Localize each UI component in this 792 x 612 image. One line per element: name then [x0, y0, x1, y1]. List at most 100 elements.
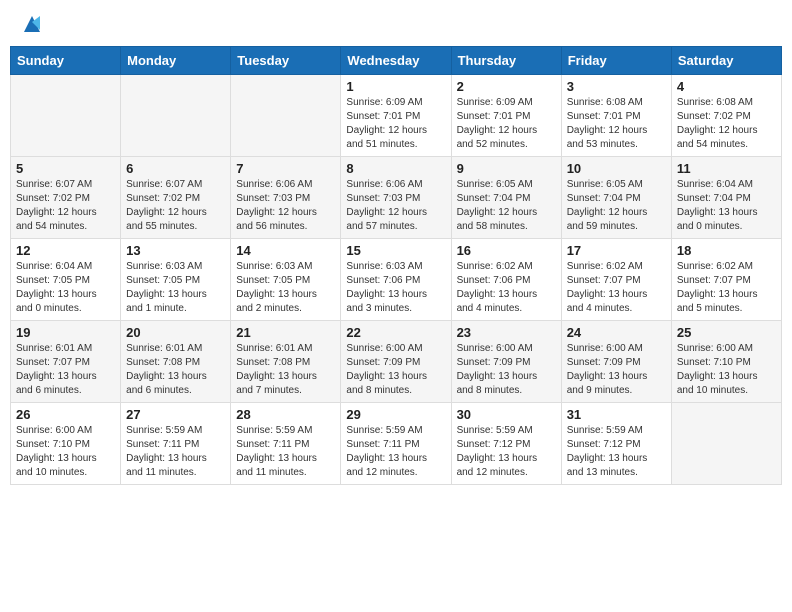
day-number: 9 [457, 161, 556, 176]
calendar-cell: 13 Sunrise: 6:03 AM Sunset: 7:05 PM Dayli… [121, 239, 231, 321]
calendar-cell: 5 Sunrise: 6:07 AM Sunset: 7:02 PM Daylig… [11, 157, 121, 239]
day-number: 7 [236, 161, 335, 176]
day-number: 13 [126, 243, 225, 258]
logo-icon [18, 10, 46, 38]
calendar-cell: 11 Sunrise: 6:04 AM Sunset: 7:04 PM Dayli… [671, 157, 781, 239]
calendar-cell: 24 Sunrise: 6:00 AM Sunset: 7:09 PM Dayli… [561, 321, 671, 403]
day-number: 5 [16, 161, 115, 176]
day-info: Sunrise: 6:07 AM Sunset: 7:02 PM Dayligh… [126, 178, 225, 234]
calendar-cell: 30 Sunrise: 5:59 AM Sunset: 7:12 PM Dayli… [451, 403, 561, 485]
day-info: Sunrise: 6:03 AM Sunset: 7:05 PM Dayligh… [236, 260, 335, 316]
weekday-header-thursday: Thursday [451, 47, 561, 75]
week-row-3: 12Sunrise: 6:04 AM Sunset: 7:05 PM Dayli… [11, 239, 782, 321]
day-number: 16 [457, 243, 556, 258]
logo [14, 10, 46, 38]
calendar-cell: 8Sunrise: 6:06 AM Sunset: 7:03 PM Daylig… [341, 157, 451, 239]
day-info: Sunrise: 6:01 AM Sunset: 7:08 PM Dayligh… [126, 342, 225, 398]
day-number: 11 [677, 161, 776, 176]
calendar-cell: 17Sunrise: 6:02 AM Sunset: 7:07 PM Dayli… [561, 239, 671, 321]
calendar-cell: 10Sunrise: 6:05 AM Sunset: 7:04 PM Dayli… [561, 157, 671, 239]
day-info: Sunrise: 5:59 AM Sunset: 7:11 PM Dayligh… [126, 424, 225, 480]
calendar-cell [121, 75, 231, 157]
day-number: 14 [236, 243, 335, 258]
calendar-cell: 20 Sunrise: 6:01 AM Sunset: 7:08 PM Dayli… [121, 321, 231, 403]
calendar-cell: 15 Sunrise: 6:03 AM Sunset: 7:06 PM Dayli… [341, 239, 451, 321]
week-row-4: 19 Sunrise: 6:01 AM Sunset: 7:07 PM Dayli… [11, 321, 782, 403]
calendar-cell: 6 Sunrise: 6:07 AM Sunset: 7:02 PM Daylig… [121, 157, 231, 239]
day-info: Sunrise: 6:01 AM Sunset: 7:07 PM Dayligh… [16, 342, 115, 398]
weekday-header-monday: Monday [121, 47, 231, 75]
day-info: Sunrise: 6:08 AM Sunset: 7:02 PM Dayligh… [677, 96, 776, 152]
day-number: 4 [677, 79, 776, 94]
calendar-cell [231, 75, 341, 157]
day-info: Sunrise: 6:06 AM Sunset: 7:03 PM Dayligh… [346, 178, 445, 234]
calendar-cell: 16Sunrise: 6:02 AM Sunset: 7:06 PM Dayli… [451, 239, 561, 321]
day-number: 26 [16, 407, 115, 422]
calendar-cell: 23Sunrise: 6:00 AM Sunset: 7:09 PM Dayli… [451, 321, 561, 403]
day-info: Sunrise: 6:08 AM Sunset: 7:01 PM Dayligh… [567, 96, 666, 152]
weekday-header-tuesday: Tuesday [231, 47, 341, 75]
weekday-header-saturday: Saturday [671, 47, 781, 75]
day-info: Sunrise: 6:00 AM Sunset: 7:09 PM Dayligh… [567, 342, 666, 398]
calendar: SundayMondayTuesdayWednesdayThursdayFrid… [10, 46, 782, 485]
day-number: 2 [457, 79, 556, 94]
day-number: 3 [567, 79, 666, 94]
day-info: Sunrise: 6:09 AM Sunset: 7:01 PM Dayligh… [346, 96, 445, 152]
day-info: Sunrise: 5:59 AM Sunset: 7:11 PM Dayligh… [346, 424, 445, 480]
calendar-cell: 14 Sunrise: 6:03 AM Sunset: 7:05 PM Dayli… [231, 239, 341, 321]
day-info: Sunrise: 6:05 AM Sunset: 7:04 PM Dayligh… [457, 178, 556, 234]
day-number: 15 [346, 243, 445, 258]
calendar-cell: 18Sunrise: 6:02 AM Sunset: 7:07 PM Dayli… [671, 239, 781, 321]
page-header [10, 10, 782, 38]
day-info: Sunrise: 6:06 AM Sunset: 7:03 PM Dayligh… [236, 178, 335, 234]
calendar-cell [671, 403, 781, 485]
day-number: 25 [677, 325, 776, 340]
calendar-cell: 9 Sunrise: 6:05 AM Sunset: 7:04 PM Daylig… [451, 157, 561, 239]
day-info: Sunrise: 5:59 AM Sunset: 7:11 PM Dayligh… [236, 424, 335, 480]
day-info: Sunrise: 6:00 AM Sunset: 7:10 PM Dayligh… [16, 424, 115, 480]
calendar-cell: 31 Sunrise: 5:59 AM Sunset: 7:12 PM Dayli… [561, 403, 671, 485]
week-row-5: 26 Sunrise: 6:00 AM Sunset: 7:10 PM Dayli… [11, 403, 782, 485]
day-info: Sunrise: 6:00 AM Sunset: 7:09 PM Dayligh… [346, 342, 445, 398]
calendar-cell: 21 Sunrise: 6:01 AM Sunset: 7:08 PM Dayli… [231, 321, 341, 403]
calendar-cell: 22 Sunrise: 6:00 AM Sunset: 7:09 PM Dayli… [341, 321, 451, 403]
calendar-cell: 7 Sunrise: 6:06 AM Sunset: 7:03 PM Daylig… [231, 157, 341, 239]
day-number: 18 [677, 243, 776, 258]
day-info: Sunrise: 6:03 AM Sunset: 7:05 PM Dayligh… [126, 260, 225, 316]
weekday-header-row: SundayMondayTuesdayWednesdayThursdayFrid… [11, 47, 782, 75]
day-info: Sunrise: 6:00 AM Sunset: 7:10 PM Dayligh… [677, 342, 776, 398]
weekday-header-wednesday: Wednesday [341, 47, 451, 75]
calendar-cell: 29 Sunrise: 5:59 AM Sunset: 7:11 PM Dayli… [341, 403, 451, 485]
day-info: Sunrise: 6:03 AM Sunset: 7:06 PM Dayligh… [346, 260, 445, 316]
day-number: 22 [346, 325, 445, 340]
day-info: Sunrise: 6:04 AM Sunset: 7:04 PM Dayligh… [677, 178, 776, 234]
calendar-cell: 12Sunrise: 6:04 AM Sunset: 7:05 PM Dayli… [11, 239, 121, 321]
day-number: 19 [16, 325, 115, 340]
day-number: 24 [567, 325, 666, 340]
day-number: 30 [457, 407, 556, 422]
week-row-1: 1Sunrise: 6:09 AM Sunset: 7:01 PM Daylig… [11, 75, 782, 157]
day-number: 28 [236, 407, 335, 422]
weekday-header-friday: Friday [561, 47, 671, 75]
day-info: Sunrise: 5:59 AM Sunset: 7:12 PM Dayligh… [567, 424, 666, 480]
day-info: Sunrise: 5:59 AM Sunset: 7:12 PM Dayligh… [457, 424, 556, 480]
calendar-cell: 26 Sunrise: 6:00 AM Sunset: 7:10 PM Dayli… [11, 403, 121, 485]
calendar-cell: 3 Sunrise: 6:08 AM Sunset: 7:01 PM Daylig… [561, 75, 671, 157]
calendar-cell: 19 Sunrise: 6:01 AM Sunset: 7:07 PM Dayli… [11, 321, 121, 403]
day-number: 29 [346, 407, 445, 422]
day-info: Sunrise: 6:07 AM Sunset: 7:02 PM Dayligh… [16, 178, 115, 234]
calendar-cell: 1Sunrise: 6:09 AM Sunset: 7:01 PM Daylig… [341, 75, 451, 157]
day-number: 27 [126, 407, 225, 422]
weekday-header-sunday: Sunday [11, 47, 121, 75]
day-number: 6 [126, 161, 225, 176]
day-number: 21 [236, 325, 335, 340]
calendar-cell: 25 Sunrise: 6:00 AM Sunset: 7:10 PM Dayli… [671, 321, 781, 403]
calendar-cell: 27 Sunrise: 5:59 AM Sunset: 7:11 PM Dayli… [121, 403, 231, 485]
calendar-cell [11, 75, 121, 157]
day-info: Sunrise: 6:04 AM Sunset: 7:05 PM Dayligh… [16, 260, 115, 316]
day-number: 20 [126, 325, 225, 340]
day-number: 31 [567, 407, 666, 422]
day-number: 23 [457, 325, 556, 340]
day-info: Sunrise: 6:02 AM Sunset: 7:07 PM Dayligh… [567, 260, 666, 316]
day-info: Sunrise: 6:01 AM Sunset: 7:08 PM Dayligh… [236, 342, 335, 398]
